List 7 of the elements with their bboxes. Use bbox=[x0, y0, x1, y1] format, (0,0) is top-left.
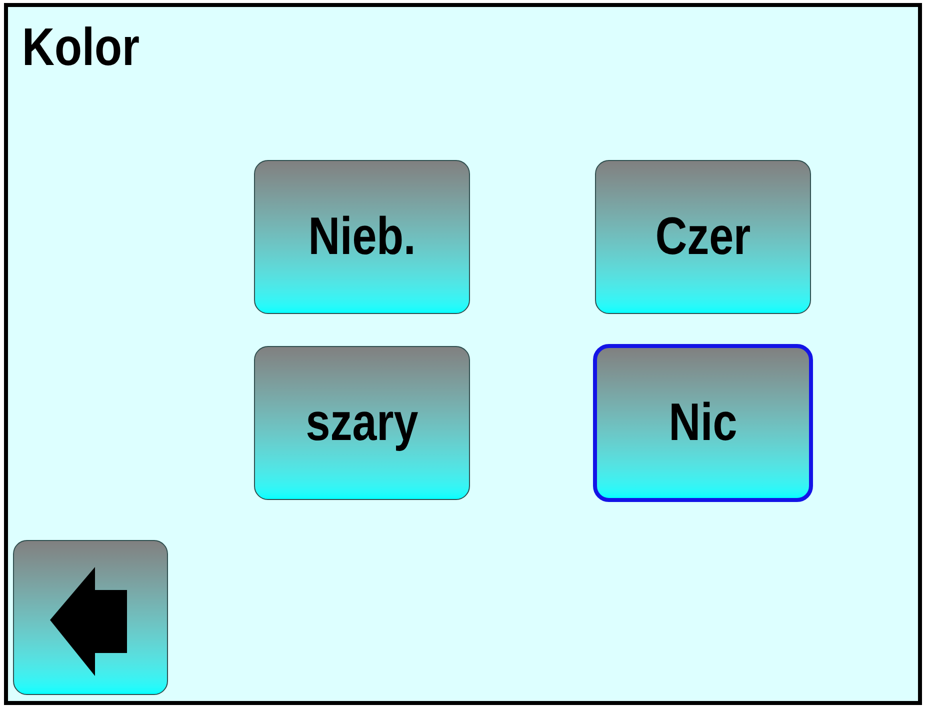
left-arrow-icon bbox=[50, 567, 127, 676]
option-button[interactable]: Nieb. bbox=[254, 160, 470, 314]
back-button[interactable] bbox=[13, 540, 168, 695]
option-button[interactable]: szary bbox=[254, 346, 470, 500]
screen-title: Kolor bbox=[22, 20, 140, 74]
option-button[interactable]: Czer bbox=[595, 160, 811, 314]
option-button[interactable]: Nic bbox=[593, 344, 813, 502]
